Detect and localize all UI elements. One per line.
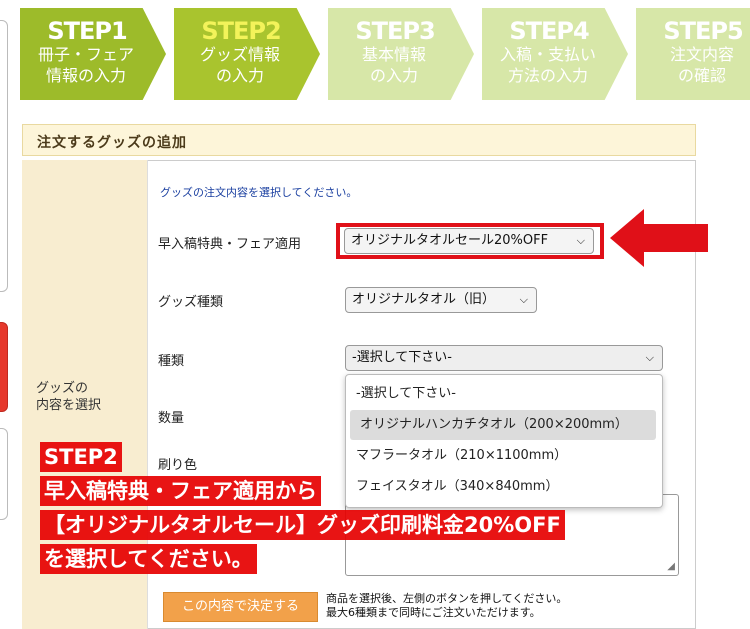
step-label: 情報の入力 (45, 66, 126, 85)
step-indicator: STEP1 冊子・フェア 情報の入力 STEP2 グッズ情報 の入力 STEP3… (20, 8, 750, 100)
rail-tab-active[interactable] (0, 322, 8, 412)
instruction-line: 早入稿特典・フェア適用から (40, 476, 321, 506)
step-number: STEP3 (355, 17, 435, 45)
chevron-down-icon: ⌵ (519, 293, 528, 306)
step-number: STEP5 (663, 17, 743, 45)
step-label: 基本情報 (361, 45, 426, 64)
fair-label: 早入稿特典・フェア適用 (158, 237, 302, 252)
rail-tab[interactable] (0, 20, 8, 292)
kind-select[interactable]: -選択して下さい- ⌵ (345, 345, 663, 371)
red-arrow-icon (610, 209, 708, 267)
confirm-button[interactable]: この内容で決定する (163, 592, 318, 622)
step-label: の確認 (677, 66, 726, 85)
step-number: STEP1 (47, 17, 127, 45)
rail-tab[interactable] (0, 428, 8, 520)
step-4: STEP4 入稿・支払い 方法の入力 (482, 8, 628, 100)
step-number: STEP4 (509, 17, 589, 45)
dropdown-option[interactable]: -選択して下さい- (346, 379, 662, 409)
step-label: の入力 (215, 66, 264, 85)
step-label: 冊子・フェア (37, 45, 134, 64)
resize-grip-icon[interactable]: ◢ (667, 561, 675, 572)
step-label: 注文内容 (669, 45, 734, 64)
form-note: 商品を選択後、左側のボタンを押してください。 最大6種類まで同時にご注文いただけ… (326, 592, 568, 619)
dropdown-option-highlighted[interactable]: オリジナルハンカチタオル（200×200mm） (350, 410, 656, 440)
instruction-line: を選択してください。 (40, 544, 257, 574)
chevron-down-icon: ⌵ (645, 351, 654, 364)
kind-dropdown-list: -選択して下さい- オリジナルハンカチタオル（200×200mm） マフラータオ… (345, 374, 663, 508)
step-3: STEP3 基本情報 の入力 (328, 8, 474, 100)
form-hint: グッズの注文内容を選択してください。 (160, 186, 358, 199)
goods-type-label: グッズ種類 (158, 295, 224, 310)
highlight-box (336, 223, 604, 259)
left-rail (0, 0, 8, 629)
step-label: の入力 (369, 66, 418, 85)
instruction-step: STEP2 (40, 442, 122, 472)
kind-label: 種類 (158, 354, 185, 369)
print-color-label: 刷り色 (158, 458, 198, 473)
step-label: 入稿・支払い (499, 45, 596, 64)
goods-type-select[interactable]: オリジナルタオル（旧） ⌵ (345, 287, 537, 313)
goods-type-value: オリジナルタオル（旧） (352, 292, 496, 307)
step-1: STEP1 冊子・フェア 情報の入力 (20, 8, 166, 100)
quantity-label: 数量 (158, 411, 185, 426)
step-label: 方法の入力 (507, 66, 588, 85)
step-5: STEP5 注文内容 の確認 (636, 8, 750, 100)
step-2: STEP2 グッズ情報 の入力 (174, 8, 320, 100)
step-number: STEP2 (201, 17, 281, 45)
form-side-label: グッズの 内容を選択 (36, 381, 102, 413)
kind-select-value: -選択して下さい- (352, 350, 452, 365)
step-label: グッズ情報 (199, 45, 280, 64)
section-header: 注文するグッズの追加 (22, 124, 696, 156)
dropdown-option[interactable]: マフラータオル（210×1100mm） (346, 441, 662, 471)
section-title: 注文するグッズの追加 (37, 135, 187, 151)
instruction-line: 【オリジナルタオルセール】グッズ印刷料金20%OFF (40, 510, 565, 540)
dropdown-option[interactable]: フェイスタオル（340×840mm） (346, 472, 662, 502)
